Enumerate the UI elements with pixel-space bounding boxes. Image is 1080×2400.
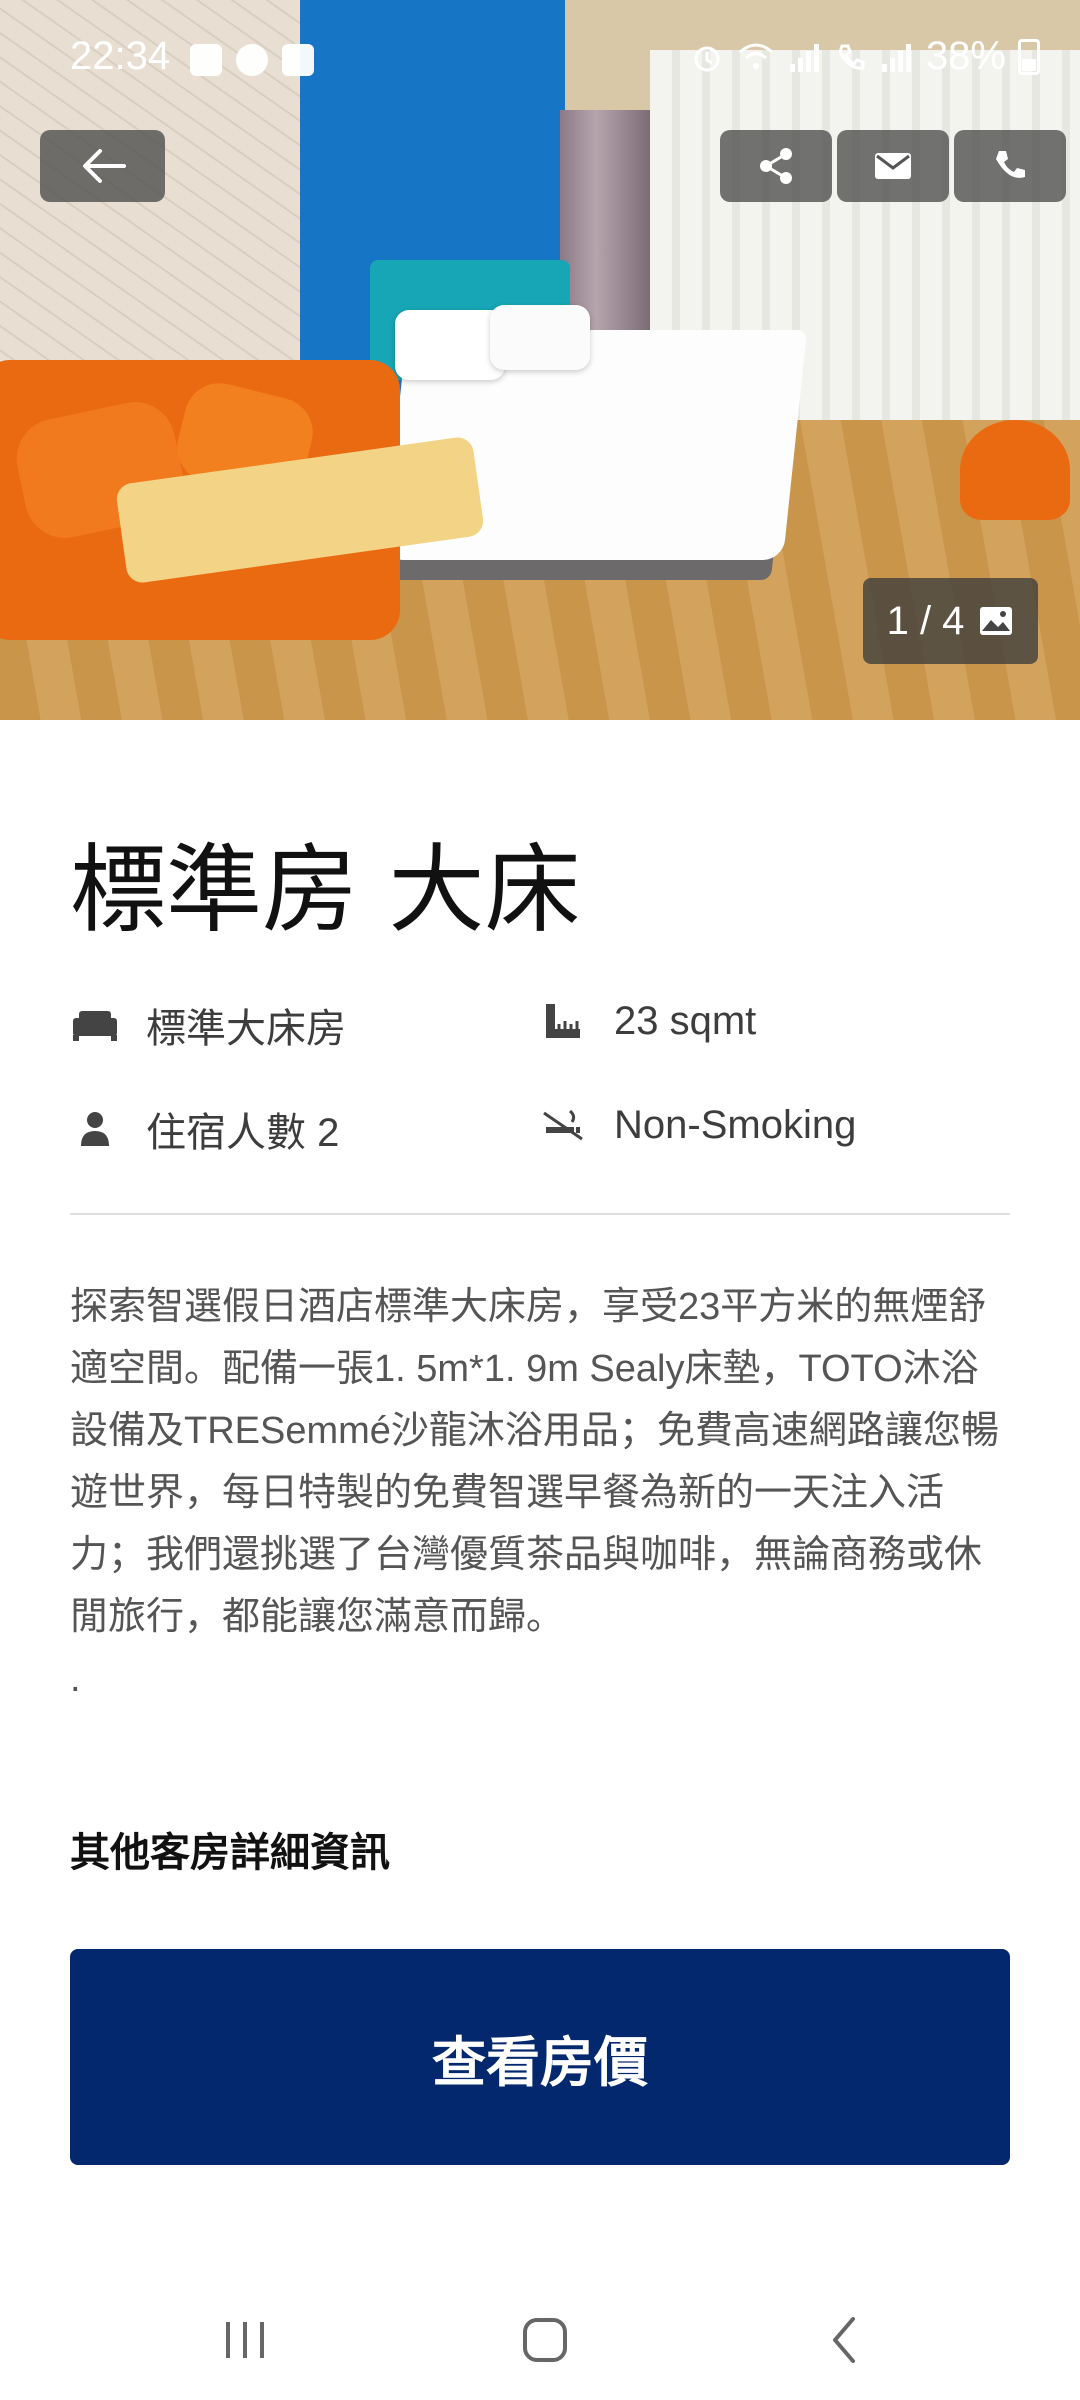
photo-pouf: [960, 420, 1070, 520]
signal-icon: [789, 43, 819, 72]
system-status: 38%: [690, 34, 1040, 79]
mail-icon: [875, 153, 911, 179]
share-button[interactable]: [720, 130, 832, 202]
section-divider: [70, 1213, 1010, 1215]
photo-pillow: [395, 310, 505, 380]
alarm-icon: [694, 46, 720, 71]
photo-counter[interactable]: 1 / 4: [863, 578, 1038, 664]
wifi-calling-icon: [838, 44, 865, 70]
area-ruler-icon: [538, 996, 588, 1046]
phone-icon: [996, 151, 1025, 178]
feature-bed-type-label: 標準大床房: [146, 1007, 346, 1051]
more-room-details-link[interactable]: 其他客房詳細資訊: [70, 1820, 390, 1878]
checkbox-notification-icon: [282, 44, 314, 76]
feature-occupancy-label: 住宿人數 2: [146, 1111, 340, 1155]
photo-pillow: [490, 305, 590, 370]
feature-smoking-policy: Non-Smoking: [538, 1100, 856, 1150]
feature-room-size-label: 23 sqmt: [614, 998, 757, 1043]
home-button[interactable]: [505, 2310, 585, 2370]
room-title: 標準房 大床: [70, 834, 581, 946]
photo-counter-label: 1 / 4: [886, 598, 965, 643]
wifi-icon: [738, 43, 773, 69]
recent-apps-button[interactable]: [210, 2310, 280, 2370]
share-icon: [760, 148, 792, 184]
person-icon: [70, 1104, 120, 1154]
email-button[interactable]: [837, 130, 949, 202]
room-description-text: 探索智選假日酒店標準大床房，享受23平方米的無煙舒適空間。配備一張1. 5m*1…: [70, 1286, 999, 1638]
status-bar: 22:34 38%: [0, 0, 1080, 120]
view-rates-button[interactable]: 查看房價: [70, 1949, 1010, 2165]
signal-icon: [881, 43, 911, 72]
notification-icons: [190, 44, 314, 76]
no-smoking-icon: [538, 1100, 588, 1150]
battery-percent: 38%: [925, 34, 1006, 78]
room-description-trailer: .: [70, 1658, 81, 1700]
battery-icon: [1018, 38, 1040, 75]
gallery-icon: [980, 607, 1013, 635]
call-button[interactable]: [954, 130, 1066, 202]
room-description: 探索智選假日酒店標準大床房，享受23平方米的無煙舒適空間。配備一張1. 5m*1…: [70, 1276, 1010, 1710]
arrow-left-icon: [82, 149, 126, 183]
chevron-left-icon: [833, 2317, 855, 2363]
back-button[interactable]: [40, 130, 165, 202]
system-back-button[interactable]: [810, 2310, 880, 2370]
feature-occupancy: 住宿人數 2: [70, 1100, 339, 1158]
gallery-notification-icon: [190, 44, 222, 76]
bed-icon: [70, 1000, 120, 1050]
home-icon: [523, 2318, 567, 2362]
feature-room-size: 23 sqmt: [538, 996, 756, 1046]
system-navigation-bar: [0, 2270, 1080, 2400]
feature-smoking-policy-label: Non-Smoking: [614, 1102, 857, 1147]
line-notification-icon: [236, 44, 268, 76]
status-time: 22:34: [70, 34, 171, 78]
recent-apps-icon: [226, 2322, 264, 2358]
feature-bed-type: 標準大床房: [70, 996, 346, 1054]
